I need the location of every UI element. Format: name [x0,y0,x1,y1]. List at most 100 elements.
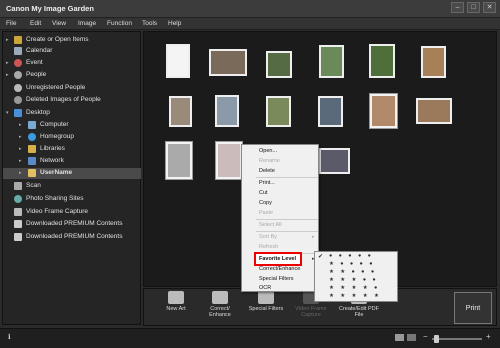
title-bar: Canon My Image Garden – □ ✕ [0,0,500,18]
menu-print[interactable]: Print... [243,178,319,188]
menu-copy[interactable]: Copy [243,198,319,208]
menu-file[interactable]: File [6,20,16,27]
sidebar-item-people[interactable]: ▸ People [3,70,141,81]
sidebar-item-event[interactable]: ▸ Event [3,58,141,69]
button-label: Create/Edit PDF File [338,306,380,318]
menu-edit[interactable]: Edit [30,20,41,27]
thumbnail[interactable] [165,141,193,180]
thumbnail[interactable] [209,49,247,76]
correct-enhance-button[interactable]: Correct/ Enhance [200,291,240,325]
favorite-level-3[interactable]: ★ ★ ★ ● ● [329,277,378,283]
sidebar-item-homegroup[interactable]: ▸ Homegroup [3,132,141,143]
sidebar-item-label: Deleted Images of People [26,96,101,103]
view-mode-icon[interactable] [395,334,404,341]
menu-special-filters[interactable]: Special Filters [243,274,319,284]
zoom-slider-handle[interactable] [434,335,439,343]
thumbnail[interactable] [166,44,190,78]
thumbnail[interactable] [215,141,243,180]
sidebar-item-desktop[interactable]: ▾ Desktop [3,108,141,119]
expand-arrow-icon[interactable]: ▸ [6,60,9,66]
thumbnail[interactable] [421,46,446,78]
new-art-button[interactable]: New Art [156,291,196,325]
thumbnail[interactable] [215,95,239,127]
print-button[interactable]: Print [454,292,492,324]
close-button[interactable]: ✕ [483,2,496,13]
sidebar-item-label: Video Frame Capture [26,208,89,215]
sidebar-item-computer[interactable]: ▸ Computer [3,120,141,131]
thumbnail[interactable] [318,96,343,127]
thumbnail[interactable] [416,98,452,124]
menu-cut[interactable]: Cut [243,188,319,198]
calendar-icon [14,47,22,55]
maximize-button[interactable]: □ [467,2,480,13]
thumbnail[interactable] [319,45,344,78]
favorite-level-1[interactable]: ★ ● ● ● ● [329,261,375,267]
expand-arrow-icon[interactable]: ▸ [19,146,22,152]
sidebar-item-libraries[interactable]: ▸ Libraries [3,144,141,155]
sidebar-item-label: Homegroup [40,133,74,140]
menu-delete[interactable]: Delete [243,166,319,176]
thumbnail[interactable] [266,51,292,78]
menu-help[interactable]: Help [168,20,181,27]
window-title: Canon My Image Garden [6,4,94,13]
sidebar-item-label: UserName [40,169,73,176]
check-icon: ✔ [318,254,324,260]
zoom-out-button[interactable]: − [423,332,428,341]
user-folder-icon [28,169,36,177]
menu-rename: Rename [259,158,280,164]
minimize-button[interactable]: – [451,2,464,13]
button-label: Video Frame Capture [295,306,327,318]
thumbnail[interactable] [169,96,192,127]
sidebar-item-unregistered-people[interactable]: Unregistered People [3,83,141,94]
menu-refresh: Refresh [259,244,279,250]
menu-tools[interactable]: Tools [142,20,157,27]
thumbnail[interactable] [369,93,398,129]
favorite-level-5[interactable]: ★ ★ ★ ★ ★ [329,293,381,299]
menu-image[interactable]: Image [78,20,96,27]
info-icon[interactable]: ℹ [8,333,11,341]
computer-icon [28,121,36,129]
sidebar-item-label: Unregistered People [26,84,86,91]
menu-open[interactable]: Open... [243,146,319,156]
menu-correct-enhance[interactable]: Correct/Enhance [243,264,319,274]
sidebar-item-network[interactable]: ▸ Network [3,156,141,167]
favorite-level-4[interactable]: ★ ★ ★ ★ ● [329,285,380,291]
people-icon [14,71,22,79]
zoom-in-button[interactable]: + [486,332,491,341]
expand-arrow-icon[interactable]: ▸ [19,158,22,164]
sidebar-item-username[interactable]: ▸ UserName [3,168,141,179]
favorite-level-2[interactable]: ★ ★ ● ● ● [329,269,377,275]
thumbnail[interactable] [369,44,395,78]
special-filters-icon [258,291,274,304]
sidebar-item-premium-1[interactable]: Downloaded PREMIUM Contents [3,219,141,230]
expand-arrow-icon[interactable]: ▸ [19,134,22,140]
button-label: New Art [166,306,186,312]
sidebar-item-video-frame[interactable]: Video Frame Capture [3,207,141,218]
sidebar-item-label: Create or Open Items [26,36,89,43]
zoom-slider[interactable] [432,338,482,340]
sidebar-item-scan[interactable]: Scan [3,181,141,192]
menu-bar: File Edit View Image Function Tools Help [0,18,500,30]
expand-arrow-icon[interactable]: ▸ [6,72,9,78]
expand-arrow-icon[interactable]: ▸ [6,37,9,43]
menu-function[interactable]: Function [107,20,132,27]
thumbnail[interactable] [319,148,350,174]
menu-favorite-level[interactable]: Favorite Level [254,252,302,266]
sidebar-item-create-open[interactable]: ▸ Create or Open Items [3,35,141,46]
special-filters-button[interactable]: Special Filters [246,291,286,325]
menu-paste: Paste [259,210,274,216]
view-mode-icon[interactable] [407,334,416,341]
sidebar-item-photo-sharing[interactable]: Photo Sharing Sites [3,194,141,205]
menu-ocr[interactable]: OCR [243,284,319,292]
expand-arrow-icon[interactable]: ▸ [19,170,22,176]
sidebar-item-calendar[interactable]: Calendar [3,46,141,57]
menu-view[interactable]: View [52,20,66,27]
thumbnail[interactable] [266,96,291,127]
sidebar-item-premium-2[interactable]: Downloaded PREMIUM Contents [3,232,141,243]
sidebar-item-deleted-images[interactable]: Deleted Images of People [3,95,141,106]
collapse-arrow-icon[interactable]: ▾ [6,110,9,116]
sidebar-item-label: Calendar [26,47,53,54]
sidebar: ▸ Create or Open Items Calendar ▸ Event … [2,31,141,325]
expand-arrow-icon[interactable]: ▸ [19,122,22,128]
favorite-level-0[interactable]: ● ● ● ● ● [329,253,373,259]
